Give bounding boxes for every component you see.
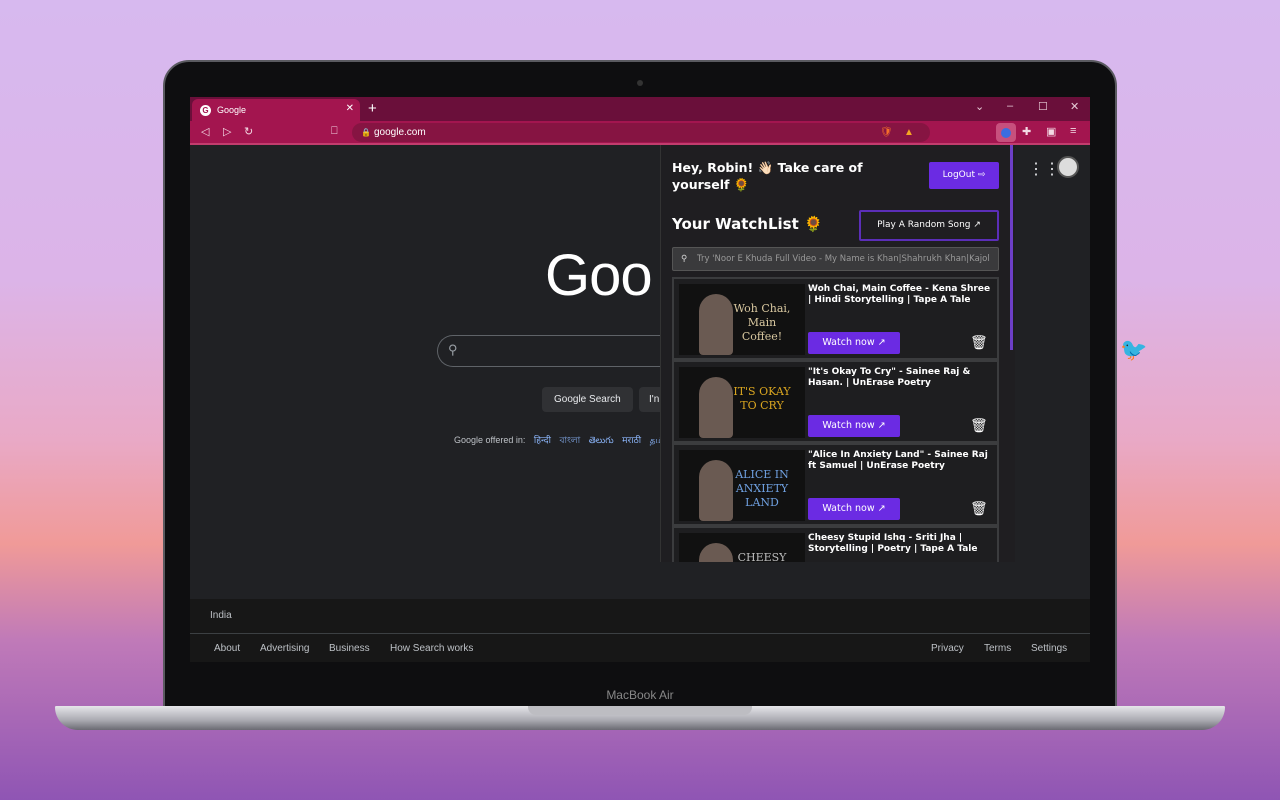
- device-label: MacBook Air: [606, 688, 674, 702]
- minimize-icon[interactable]: –: [1007, 100, 1013, 112]
- links-footer: About Advertising Business How Search wo…: [190, 634, 1090, 662]
- watch-label: Watch now: [822, 503, 875, 514]
- thumbnail-text: IT'S OKAY TO CRY: [733, 385, 791, 412]
- brave-rewards-icon[interactable]: ▲: [904, 123, 914, 142]
- popup-scrollbar[interactable]: [1010, 145, 1013, 350]
- external-link-icon: ↗: [973, 220, 981, 230]
- search-icon: ⚲: [681, 254, 688, 264]
- watchlist-search-input[interactable]: ⚲ Try 'Noor E Khuda Full Video - My Name …: [672, 247, 999, 271]
- greeting: Hey, Robin! 👋🏻 Take care of yourself 🌻: [672, 160, 863, 192]
- bookmark-icon[interactable]: ⎕: [331, 125, 338, 138]
- lang-link[interactable]: বাংলা: [559, 435, 580, 445]
- lock-icon: 🔒: [361, 128, 371, 137]
- play-random-song-button[interactable]: Play A Random Song ↗: [859, 210, 999, 241]
- offered-label: Google offered in:: [454, 435, 526, 445]
- footer-privacy[interactable]: Privacy: [931, 643, 964, 654]
- logout-label: LogOut: [942, 170, 975, 180]
- watch-now-button[interactable]: Watch now ↗: [808, 415, 900, 437]
- google-search-button[interactable]: Google Search: [542, 387, 633, 412]
- video-title: Cheesy Stupid Ishq - Sriti Jha | Storyte…: [808, 533, 978, 554]
- thumbnail-text: ALICE IN ANXIETY LAND: [735, 468, 789, 509]
- lang-link[interactable]: हिन्दी: [534, 435, 551, 445]
- toolbar: ◁ ▷ ↻ ⎕ 🔒 google.com 🛡 ▲ ✚ ▣ ≡: [190, 121, 1090, 145]
- video-thumbnail: Woh Chai, Main Coffee!: [679, 284, 805, 355]
- country-footer: India: [190, 599, 1090, 634]
- sign-out-icon: ⇨: [977, 170, 986, 180]
- watch-label: Watch now: [822, 420, 875, 431]
- reload-icon[interactable]: ↻: [244, 125, 253, 138]
- laptop-notch: [528, 706, 752, 715]
- tab-title: Google: [217, 105, 247, 115]
- footer-how-search-works[interactable]: How Search works: [390, 643, 473, 654]
- watchlist-item: CHEESY STUPID Cheesy Stupid Ishq - Sriti…: [672, 526, 999, 562]
- watchlist-item: ALICE IN ANXIETY LAND "Alice In Anxiety …: [672, 443, 999, 526]
- forward-icon[interactable]: ▷: [223, 125, 231, 138]
- languages-offered: Google offered in: हिन्दी বাংলা తెలుగు म…: [454, 433, 664, 448]
- thumbnail-text: Woh Chai, Main Coffee!: [733, 302, 791, 343]
- menu-icon[interactable]: ≡: [1070, 125, 1076, 137]
- address-bar[interactable]: 🔒 google.com 🛡 ▲: [352, 123, 930, 142]
- video-title: "It's Okay To Cry" - Sainee Raj & Hasan.…: [808, 367, 971, 388]
- search-placeholder: Try 'Noor E Khuda Full Video - My Name i…: [697, 254, 990, 264]
- maximize-icon[interactable]: ☐: [1038, 100, 1048, 113]
- watchlist-popup: Hey, Robin! 👋🏻 Take care of yourself 🌻 L…: [660, 145, 1015, 562]
- watch-now-button[interactable]: Watch now ↗: [808, 498, 900, 520]
- footer-settings[interactable]: Settings: [1031, 643, 1067, 654]
- google-favicon-icon: G: [200, 104, 211, 116]
- url-text: google.com: [374, 127, 426, 138]
- video-title: Woh Chai, Main Coffee - Kena Shree | Hin…: [808, 284, 991, 305]
- video-thumbnail: CHEESY STUPID: [679, 533, 805, 562]
- watch-label: Watch now: [822, 337, 875, 348]
- thumbnail-text: CHEESY STUPID: [737, 551, 787, 562]
- trash-icon[interactable]: 🗑: [970, 335, 988, 351]
- footer-advertising[interactable]: Advertising: [260, 643, 309, 654]
- external-link-icon: ↗: [877, 337, 886, 348]
- watchlist-extension-button[interactable]: [996, 123, 1016, 142]
- avatar[interactable]: [1057, 156, 1079, 178]
- new-tab-icon[interactable]: +: [368, 100, 377, 117]
- search-icon: ⚲: [448, 342, 458, 357]
- back-icon[interactable]: ◁: [201, 125, 209, 138]
- trash-icon[interactable]: 🗑: [970, 418, 988, 434]
- close-tab-icon[interactable]: ✕: [346, 103, 354, 114]
- footer-about[interactable]: About: [214, 643, 240, 654]
- google-logo: Goo: [545, 243, 653, 308]
- external-link-icon: ↗: [877, 503, 886, 514]
- lang-link[interactable]: తెలుగు: [589, 435, 614, 445]
- trash-icon[interactable]: 🗑: [970, 501, 988, 517]
- tab-search-icon[interactable]: ⌄: [975, 100, 984, 113]
- video-thumbnail: IT'S OKAY TO CRY: [679, 367, 805, 438]
- logout-button[interactable]: LogOut ⇨: [929, 162, 999, 189]
- camera: [637, 80, 643, 86]
- puzzle-icon[interactable]: ✚: [1022, 125, 1031, 138]
- browser-window: G Google ✕ + ⌄ – ☐ ✕ ◁ ▷ ↻ ⎕ 🔒 google.co…: [190, 97, 1090, 662]
- wallet-icon[interactable]: ▣: [1046, 125, 1056, 138]
- external-link-icon: ↗: [877, 420, 886, 431]
- video-thumbnail: ALICE IN ANXIETY LAND: [679, 450, 805, 521]
- watchlist-item: Woh Chai, Main Coffee! Woh Chai, Main Co…: [672, 277, 999, 360]
- watchlist-title: Your WatchList 🌻: [672, 215, 823, 233]
- tab-google[interactable]: G Google ✕: [192, 99, 360, 121]
- extension-icon: [1001, 128, 1011, 138]
- watchlist-item: IT'S OKAY TO CRY "It's Okay To Cry" - Sa…: [672, 360, 999, 443]
- lang-link[interactable]: मराठी: [622, 435, 641, 445]
- footer-terms[interactable]: Terms: [984, 643, 1011, 654]
- watch-now-button[interactable]: Watch now ↗: [808, 332, 900, 354]
- bird-icon: 🐦: [1120, 337, 1148, 362]
- random-label: Play A Random Song: [877, 220, 971, 230]
- close-window-icon[interactable]: ✕: [1070, 100, 1079, 113]
- footer-business[interactable]: Business: [329, 643, 370, 654]
- video-title: "Alice In Anxiety Land" - Sainee Raj ft …: [808, 450, 988, 471]
- tab-bar: G Google ✕ + ⌄ – ☐ ✕: [190, 97, 1090, 121]
- brave-shield-icon[interactable]: 🛡: [880, 123, 893, 142]
